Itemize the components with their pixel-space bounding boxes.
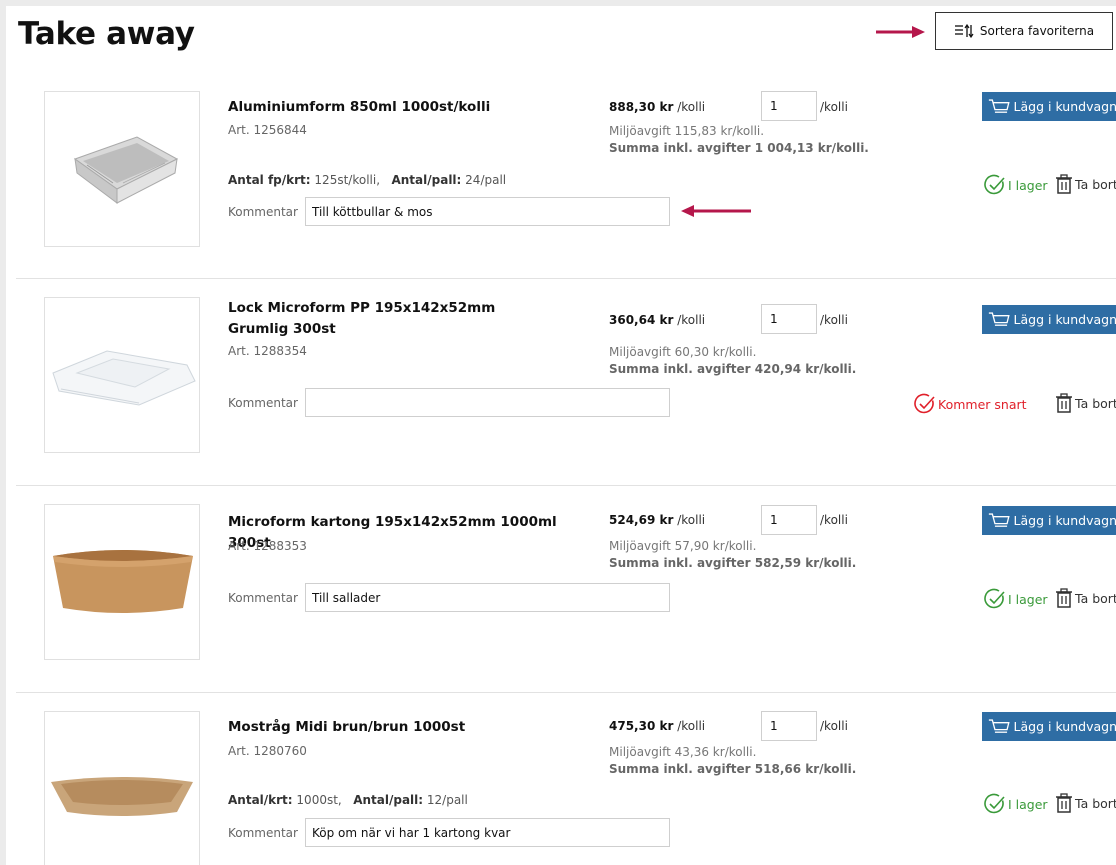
comment-row: Kommentar [228, 818, 670, 847]
article-number: Art. 1288353 [228, 539, 307, 553]
comment-row: Kommentar [228, 388, 670, 417]
product-name[interactable]: Mostråg Midi brun/brun 1000st [228, 717, 558, 738]
annotation-arrow-left [681, 204, 753, 218]
divider [16, 278, 1116, 279]
sort-favorites-button[interactable]: Sortera favoriterna [935, 12, 1113, 50]
quantity-input[interactable] [761, 711, 817, 741]
check-circle-icon [984, 588, 1005, 609]
comment-input[interactable] [305, 818, 670, 847]
comment-input[interactable] [305, 197, 670, 226]
remove-button[interactable]: Ta bort [1055, 174, 1116, 194]
divider [16, 485, 1116, 486]
article-number: Art. 1288354 [228, 344, 307, 358]
total-with-fees: Summa inkl. avgifter 420,94 kr/kolli. [609, 362, 857, 376]
add-to-cart-button[interactable]: Lägg i kundvagn [982, 92, 1116, 121]
page-title: Take away [18, 16, 195, 52]
remove-button[interactable]: Ta bort [1055, 588, 1116, 608]
comment-label: Kommentar [228, 204, 298, 219]
divider [16, 692, 1116, 693]
packaging-info: Antal/krt: 1000st, Antal/pall: 12/pall [228, 793, 468, 807]
cardboard-container-image [53, 550, 193, 613]
quantity-input[interactable] [761, 304, 817, 334]
total-with-fees: Summa inkl. avgifter 1 004,13 kr/kolli. [609, 141, 869, 155]
comment-label: Kommentar [228, 825, 298, 840]
sort-icon [954, 24, 974, 38]
check-circle-icon [984, 174, 1005, 195]
check-circle-icon [984, 793, 1005, 814]
product-image[interactable] [44, 297, 200, 453]
comment-row: Kommentar [228, 583, 670, 612]
price: 524,69 kr /kolli [609, 513, 706, 527]
remove-button[interactable]: Ta bort [1055, 393, 1116, 413]
add-to-cart-button[interactable]: Lägg i kundvagn [982, 506, 1116, 535]
quantity-input[interactable] [761, 91, 817, 121]
add-to-cart-label: Lägg i kundvagn [1013, 312, 1116, 327]
trash-icon [1056, 588, 1072, 608]
trash-icon [1056, 174, 1072, 194]
fee-info: Miljöavgift 43,36 kr/kolli. Summa inkl. … [609, 744, 856, 778]
cart-icon [988, 512, 1010, 527]
paper-tray-image [51, 777, 193, 816]
check-circle-icon [914, 393, 935, 414]
add-to-cart-label: Lägg i kundvagn [1013, 719, 1116, 734]
environment-fee: Miljöavgift 57,90 kr/kolli. [609, 539, 757, 553]
packaging-info: Antal fp/krt: 125st/kolli, Antal/pall: 2… [228, 173, 507, 187]
total-with-fees: Summa inkl. avgifter 518,66 kr/kolli. [609, 762, 857, 776]
aluminium-tray-image [73, 136, 179, 204]
cart-icon [988, 311, 1010, 326]
fee-info: Miljöavgift 57,90 kr/kolli. Summa inkl. … [609, 538, 856, 572]
total-with-fees: Summa inkl. avgifter 582,59 kr/kolli. [609, 556, 857, 570]
comment-row: Kommentar [228, 197, 670, 226]
article-number: Art. 1280760 [228, 744, 307, 758]
add-to-cart-label: Lägg i kundvagn [1013, 513, 1116, 528]
stock-status: I lager [984, 588, 1048, 610]
stock-status: Kommer snart [914, 393, 1027, 415]
sort-button-label: Sortera favoriterna [979, 24, 1095, 38]
add-to-cart-button[interactable]: Lägg i kundvagn [982, 305, 1116, 334]
product-image[interactable] [44, 711, 200, 865]
article-number: Art. 1256844 [228, 123, 307, 137]
quantity-input[interactable] [761, 505, 817, 535]
fee-info: Miljöavgift 115,83 kr/kolli. Summa inkl.… [609, 123, 869, 157]
favorites-page: Take away Sortera favoriterna Aluminiumf… [6, 6, 1116, 865]
remove-button[interactable]: Ta bort [1055, 793, 1116, 813]
product-name[interactable]: Lock Microform PP 195x142x52mm Grumlig 3… [228, 298, 558, 340]
product-name[interactable]: Aluminiumform 850ml 1000st/kolli [228, 97, 558, 118]
comment-input[interactable] [305, 583, 670, 612]
annotation-arrow-right [876, 25, 926, 39]
cart-icon [988, 718, 1010, 733]
environment-fee: Miljöavgift 115,83 kr/kolli. [609, 124, 765, 138]
quantity-unit: /kolli [820, 719, 848, 733]
comment-label: Kommentar [228, 395, 298, 410]
quantity-unit: /kolli [820, 100, 848, 114]
price: 475,30 kr /kolli [609, 719, 706, 733]
plastic-lid-image [52, 350, 196, 406]
quantity-unit: /kolli [820, 313, 848, 327]
environment-fee: Miljöavgift 60,30 kr/kolli. [609, 345, 757, 359]
product-image[interactable] [44, 504, 200, 660]
price: 360,64 kr /kolli [609, 313, 706, 327]
quantity-unit: /kolli [820, 513, 848, 527]
comment-input[interactable] [305, 388, 670, 417]
trash-icon [1056, 793, 1072, 813]
stock-status: I lager [984, 793, 1048, 815]
environment-fee: Miljöavgift 43,36 kr/kolli. [609, 745, 757, 759]
fee-info: Miljöavgift 60,30 kr/kolli. Summa inkl. … [609, 344, 856, 378]
add-to-cart-button[interactable]: Lägg i kundvagn [982, 712, 1116, 741]
price: 888,30 kr /kolli [609, 100, 706, 114]
cart-icon [988, 98, 1010, 113]
stock-status: I lager [984, 174, 1048, 196]
comment-label: Kommentar [228, 590, 298, 605]
add-to-cart-label: Lägg i kundvagn [1013, 99, 1116, 114]
product-image[interactable] [44, 91, 200, 247]
trash-icon [1056, 393, 1072, 413]
